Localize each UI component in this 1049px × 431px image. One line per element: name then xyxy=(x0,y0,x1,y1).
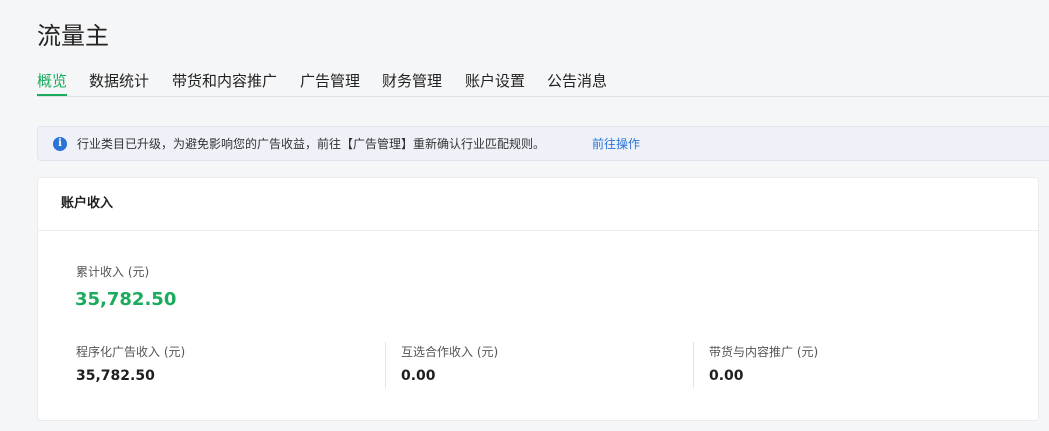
tab-data-statistics[interactable]: 数据统计 xyxy=(89,70,149,92)
tab-bar: 概览 数据统计 带货和内容推广 广告管理 财务管理 账户设置 公告消息 xyxy=(37,70,1049,97)
metric-programmatic-ads: 程序化广告收入 (元) 35,782.50 xyxy=(76,342,386,388)
metric-mutual-selection: 互选合作收入 (元) 0.00 xyxy=(385,342,694,388)
metric-commerce-content: 带货与内容推广 (元) 0.00 xyxy=(693,342,994,388)
card-title: 账户收入 xyxy=(61,196,114,211)
tab-account-settings[interactable]: 账户设置 xyxy=(465,70,525,92)
notice-go-link[interactable]: 前往操作 xyxy=(592,136,640,152)
tab-overview[interactable]: 概览 xyxy=(37,70,68,96)
card-header: 账户收入 xyxy=(38,178,1038,231)
notice-banner: i 行业类目已升级，为避免影响您的广告收益，前往【广告管理】重新确认行业匹配规则… xyxy=(37,126,1049,161)
metric-value: 0.00 xyxy=(709,368,744,384)
total-income-value: 35,782.50 xyxy=(75,289,177,310)
tab-announcements[interactable]: 公告消息 xyxy=(547,70,607,92)
tab-finance-management[interactable]: 财务管理 xyxy=(382,70,442,92)
tab-commerce-content-promotion[interactable]: 带货和内容推广 xyxy=(172,70,277,92)
info-icon: i xyxy=(53,137,67,151)
metric-value: 0.00 xyxy=(401,368,436,384)
page: 流量主 概览 数据统计 带货和内容推广 广告管理 财务管理 账户设置 公告消息 … xyxy=(0,0,1049,431)
total-income-label: 累计收入 (元) xyxy=(76,265,150,279)
page-title: 流量主 xyxy=(37,22,109,50)
metric-value: 35,782.50 xyxy=(76,368,155,384)
metric-label: 带货与内容推广 (元) xyxy=(709,345,819,359)
metric-label: 程序化广告收入 (元) xyxy=(76,345,186,359)
notice-text: 行业类目已升级，为避免影响您的广告收益，前往【广告管理】重新确认行业匹配规则。 xyxy=(77,137,546,151)
tab-ad-management[interactable]: 广告管理 xyxy=(300,70,360,92)
account-income-card: 账户收入 累计收入 (元) 35,782.50 程序化广告收入 (元) 35,7… xyxy=(37,177,1039,421)
metric-label: 互选合作收入 (元) xyxy=(401,345,499,359)
